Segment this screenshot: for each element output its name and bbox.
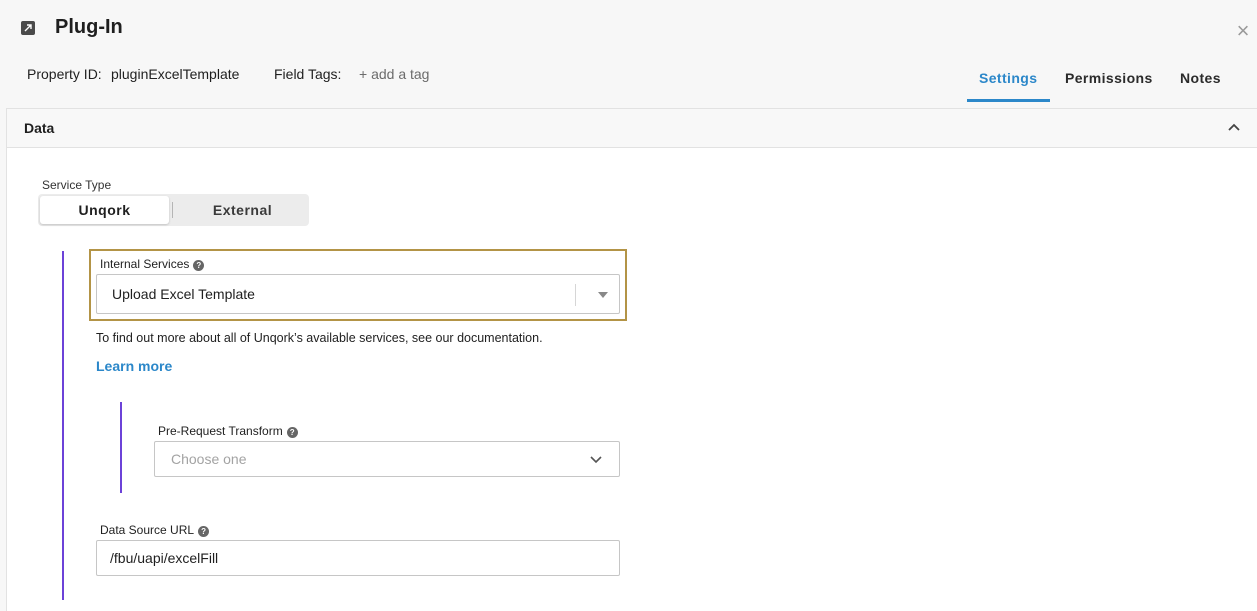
service-type-label: Service Type — [42, 178, 112, 192]
plugin-icon — [21, 21, 35, 35]
caret-down-icon[interactable] — [598, 292, 608, 298]
service-type-unqork-button[interactable]: Unqork — [40, 196, 169, 224]
internal-services-label: Internal Services? — [100, 257, 205, 271]
panel-title: Data — [24, 120, 55, 136]
help-icon[interactable]: ? — [193, 260, 205, 271]
learn-more-link[interactable]: Learn more — [96, 358, 172, 374]
tab-permissions[interactable]: Permissions — [1065, 70, 1153, 86]
data-source-url-label: Data Source URL? — [100, 523, 210, 537]
pre-request-transform-label: Pre-Request Transform? — [158, 424, 298, 438]
modal-title: Plug-In — [55, 16, 123, 38]
internal-services-select[interactable]: Upload Excel Template — [96, 274, 620, 314]
toggle-divider — [172, 202, 173, 218]
services-help-text: To find out more about all of Unqork’s a… — [96, 331, 543, 345]
modal-header: Plug-In × Property ID: pluginExcelTempla… — [0, 0, 1257, 102]
data-source-url-label-text: Data Source URL — [100, 523, 195, 537]
nested-indicator-bar — [120, 402, 122, 493]
pre-request-transform-label-text: Pre-Request Transform — [158, 424, 283, 438]
service-type-toggle: Unqork External — [38, 194, 309, 226]
tab-settings[interactable]: Settings — [979, 70, 1037, 86]
help-icon[interactable]: ? — [286, 427, 298, 438]
pre-request-transform-placeholder: Choose one — [171, 451, 247, 467]
service-type-external-button[interactable]: External — [178, 196, 307, 224]
internal-services-value: Upload Excel Template — [112, 286, 255, 302]
active-tab-indicator — [967, 99, 1050, 102]
field-tags-label: Field Tags: — [274, 66, 342, 82]
select-separator — [575, 284, 576, 306]
data-panel-header[interactable]: Data — [7, 109, 1257, 148]
internal-services-label-text: Internal Services — [100, 257, 190, 271]
property-id-label: Property ID: — [27, 66, 102, 82]
add-tag-link[interactable]: + add a tag — [359, 66, 429, 82]
pre-request-transform-select[interactable]: Choose one — [154, 441, 620, 477]
chevron-down-icon[interactable] — [589, 452, 603, 466]
data-source-url-input[interactable] — [96, 540, 620, 576]
section-indicator-bar — [62, 251, 64, 600]
property-id-value: pluginExcelTemplate — [111, 66, 240, 82]
close-icon[interactable]: × — [1232, 20, 1254, 42]
chevron-up-icon[interactable] — [1227, 120, 1241, 134]
help-icon[interactable]: ? — [198, 526, 210, 537]
tab-notes[interactable]: Notes — [1180, 70, 1221, 86]
